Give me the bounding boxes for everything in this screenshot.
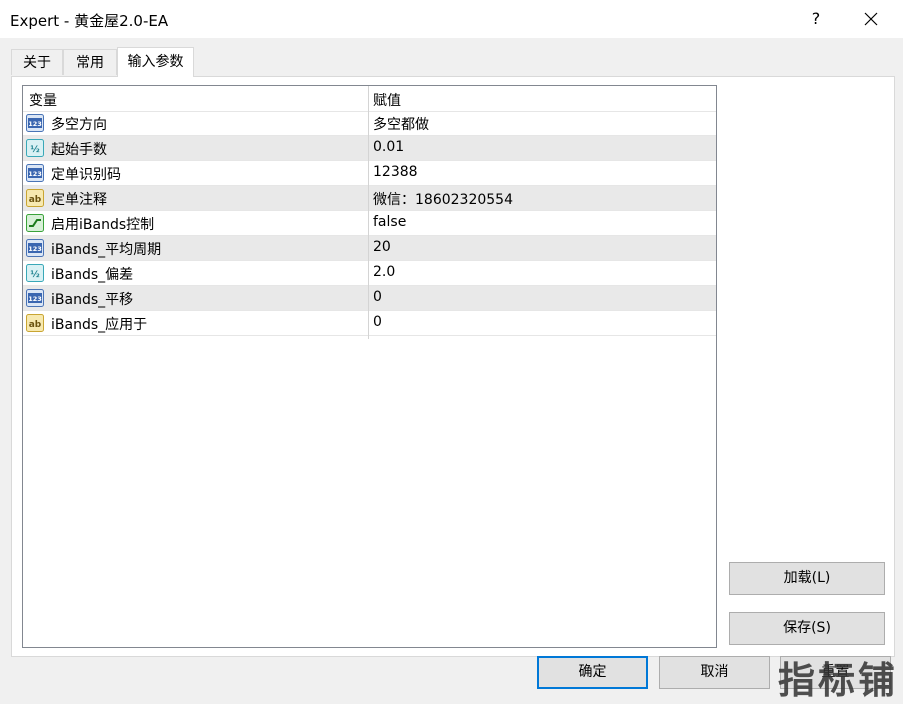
save-button[interactable]: 保存(S) xyxy=(729,612,885,645)
ok-button[interactable]: 确定 xyxy=(537,656,648,689)
cancel-button[interactable]: 取消 xyxy=(659,656,770,689)
column-divider[interactable] xyxy=(368,86,369,339)
svg-text:½: ½ xyxy=(30,269,39,280)
table-row[interactable]: ab 定单注释 微信：18602320554 xyxy=(23,186,716,211)
table-row[interactable]: 123 iBands_平移 0 xyxy=(23,286,716,311)
bool-icon xyxy=(26,214,44,232)
parameter-name: 定单注释 xyxy=(51,192,107,208)
table-row[interactable]: ½ 起始手数 0.01 xyxy=(23,136,716,161)
parameter-value[interactable]: 多空都做 xyxy=(373,114,429,134)
int-icon: 123 xyxy=(26,289,44,307)
svg-text:123: 123 xyxy=(28,245,42,253)
int-icon: 123 xyxy=(26,114,44,132)
parameter-value[interactable]: 2.0 xyxy=(373,264,395,280)
parameter-value[interactable]: 微信：18602320554 xyxy=(373,189,513,209)
table-row[interactable]: 123 多空方向 多空都做 xyxy=(23,111,716,136)
load-button[interactable]: 加载(L) xyxy=(729,562,885,595)
parameter-value[interactable]: 0 xyxy=(373,289,382,305)
table-row[interactable]: 123 iBands_平均周期 20 xyxy=(23,236,716,261)
double-icon: ½ xyxy=(26,264,44,282)
parameters-table[interactable]: 变量 赋值 123 多空方向 多空都做 ½ 起始手数 0.01 123 定单识别… xyxy=(22,85,717,648)
string-icon: ab xyxy=(26,314,44,332)
parameter-name: iBands_平移 xyxy=(51,292,134,308)
help-button[interactable]: ? xyxy=(806,9,826,28)
parameter-name: iBands_偏差 xyxy=(51,267,134,283)
close-icon xyxy=(864,12,878,26)
watermark-logo: 指标铺 xyxy=(778,659,898,702)
parameter-name: iBands_平均周期 xyxy=(51,242,162,258)
table-row[interactable]: ab iBands_应用于 0 xyxy=(23,311,716,336)
int-icon: 123 xyxy=(26,164,44,182)
svg-text:ab: ab xyxy=(29,195,42,205)
svg-text:123: 123 xyxy=(28,295,42,303)
int-icon: 123 xyxy=(26,239,44,257)
parameter-name: 定单识别码 xyxy=(51,167,121,183)
tab-common[interactable]: 常用 xyxy=(63,49,117,75)
string-icon: ab xyxy=(26,189,44,207)
svg-text:ab: ab xyxy=(29,320,42,330)
table-row[interactable]: 启用iBands控制 false xyxy=(23,211,716,236)
parameter-name: 启用iBands控制 xyxy=(51,217,155,233)
svg-text:½: ½ xyxy=(30,144,39,155)
table-row[interactable]: 123 定单识别码 12388 xyxy=(23,161,716,186)
parameter-value[interactable]: 0.01 xyxy=(373,139,404,155)
parameter-name: 多空方向 xyxy=(51,117,107,133)
svg-text:123: 123 xyxy=(28,170,42,178)
parameter-name: 起始手数 xyxy=(51,142,107,158)
parameter-value[interactable]: 20 xyxy=(373,239,391,255)
close-button[interactable] xyxy=(858,7,884,31)
tab-about[interactable]: 关于 xyxy=(11,49,63,75)
double-icon: ½ xyxy=(26,139,44,157)
table-header: 变量 赋值 xyxy=(23,86,716,112)
svg-text:123: 123 xyxy=(28,120,42,128)
parameter-value[interactable]: 12388 xyxy=(373,164,418,180)
window-title: Expert - 黄金屋2.0-EA xyxy=(10,12,169,30)
parameter-value[interactable]: false xyxy=(373,214,406,230)
column-header-variable[interactable]: 变量 xyxy=(29,90,57,110)
title-bar: Expert - 黄金屋2.0-EA ? xyxy=(0,0,903,38)
tab-input-parameters[interactable]: 输入参数 xyxy=(117,47,194,77)
column-header-value[interactable]: 赋值 xyxy=(373,90,401,110)
table-row[interactable]: ½ iBands_偏差 2.0 xyxy=(23,261,716,286)
parameter-value[interactable]: 0 xyxy=(373,314,382,330)
parameter-name: iBands_应用于 xyxy=(51,317,148,333)
